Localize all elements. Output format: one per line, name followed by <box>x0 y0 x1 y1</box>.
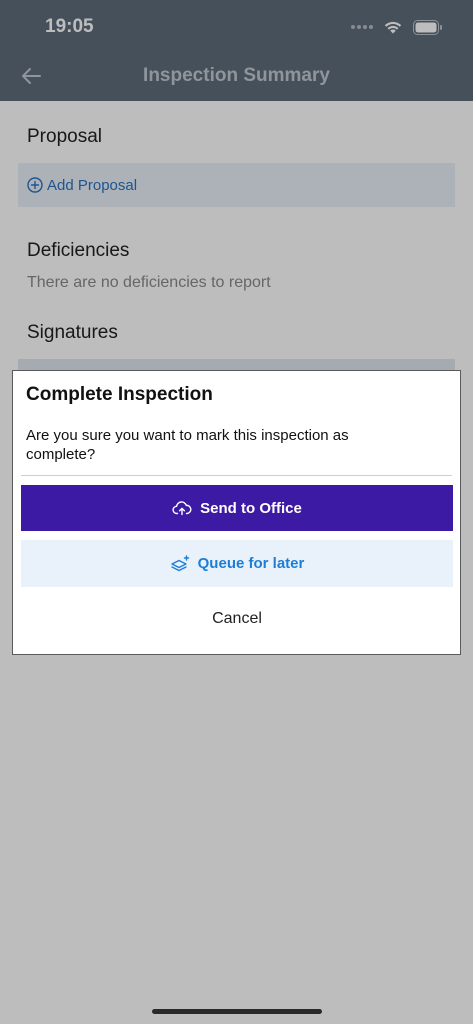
queue-for-later-button[interactable]: Queue for later <box>21 540 453 587</box>
home-indicator[interactable] <box>152 1009 322 1014</box>
cancel-label: Cancel <box>212 610 262 627</box>
dialog-divider <box>21 475 452 476</box>
dialog-title: Complete Inspection <box>26 384 213 405</box>
send-to-office-label: Send to Office <box>200 499 302 517</box>
cancel-button[interactable]: Cancel <box>21 597 453 641</box>
dialog-message: Are you sure you want to mark this inspe… <box>26 427 349 463</box>
send-to-office-button[interactable]: Send to Office <box>21 485 453 531</box>
cloud-upload-icon <box>172 501 192 516</box>
layers-plus-icon <box>170 554 189 571</box>
queue-for-later-label: Queue for later <box>197 555 305 572</box>
complete-inspection-dialog: Complete Inspection Are you sure you wan… <box>12 370 461 655</box>
